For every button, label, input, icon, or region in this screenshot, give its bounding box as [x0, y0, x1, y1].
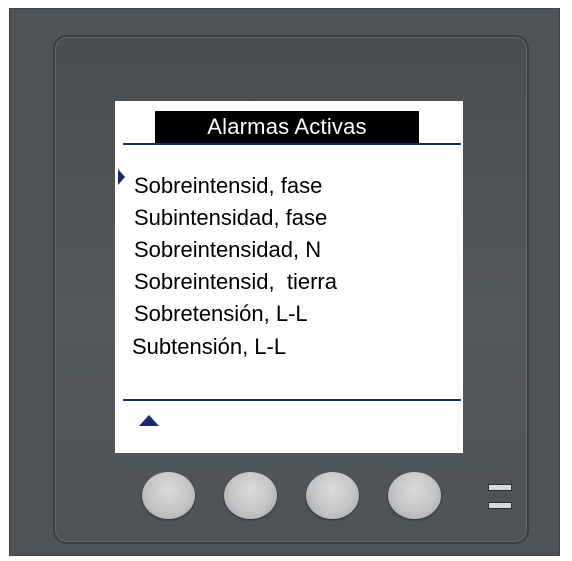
- alarm-item[interactable]: Sobreintensidad, N: [134, 235, 321, 265]
- lcd-screen: Alarmas Activas Sobreintensid, fase Subi…: [115, 101, 463, 453]
- selection-cursor-icon: [118, 169, 125, 185]
- status-indicator-led: [488, 484, 512, 491]
- soft-key-1[interactable]: [142, 472, 195, 519]
- status-indicator-led: [488, 502, 512, 509]
- alarm-item[interactable]: Sobretensión, L-L: [134, 299, 308, 329]
- alarm-item[interactable]: Sobreintensid, fase: [134, 171, 322, 201]
- soft-key-3[interactable]: [306, 472, 359, 519]
- screen-title-bar: Alarmas Activas: [155, 111, 419, 143]
- soft-key-4[interactable]: [388, 472, 441, 519]
- scroll-up-icon[interactable]: [139, 415, 159, 426]
- alarm-item[interactable]: Sobreintensid, tierra: [134, 267, 337, 297]
- alarm-item[interactable]: Subintensidad, fase: [134, 203, 327, 233]
- screen-title: Alarmas Activas: [207, 114, 367, 139]
- title-divider: [123, 143, 461, 145]
- alarm-item[interactable]: Subtensión, L-L: [132, 332, 286, 362]
- soft-key-2[interactable]: [224, 472, 277, 519]
- menu-divider: [123, 399, 461, 401]
